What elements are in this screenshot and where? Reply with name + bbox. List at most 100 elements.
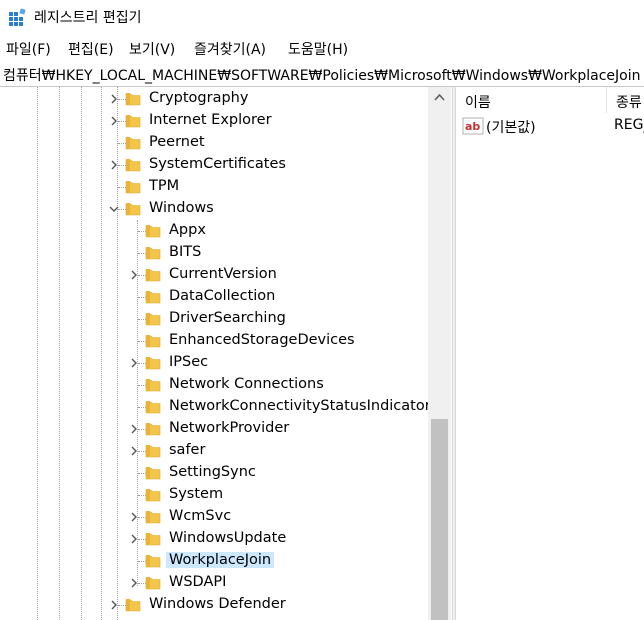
- tree-node-label[interactable]: DriverSearching: [166, 310, 289, 326]
- folder-icon: [145, 291, 161, 304]
- tree-node-cryptography[interactable]: Cryptography: [0, 88, 428, 110]
- folder-icon: [125, 203, 141, 216]
- tree-node-label[interactable]: WorkplaceJoin: [166, 552, 275, 568]
- folder-icon: [145, 445, 161, 458]
- tree-node-label[interactable]: Windows Defender: [146, 596, 289, 612]
- tree-node-peernet[interactable]: Peernet: [0, 132, 428, 154]
- folder-icon: [125, 159, 141, 172]
- tree-node-label[interactable]: Windows: [146, 200, 217, 216]
- scroll-up-arrow-icon[interactable]: [428, 87, 451, 109]
- menu-edit[interactable]: 편집(E): [68, 39, 114, 59]
- folder-icon: [145, 225, 161, 238]
- folder-icon: [145, 511, 161, 524]
- tree-node-windows-defender[interactable]: Windows Defender: [0, 594, 428, 616]
- folder-icon: [145, 577, 161, 590]
- folder-icon: [145, 269, 161, 282]
- scroll-thumb[interactable]: [431, 419, 448, 620]
- tree-node-datacollection[interactable]: DataCollection: [0, 286, 428, 308]
- chevron-right-icon[interactable]: [129, 424, 139, 434]
- folder-icon: [125, 115, 141, 128]
- column-header-name[interactable]: 이름: [456, 87, 606, 113]
- menu-favorites[interactable]: 즐겨찾기(A): [194, 39, 266, 59]
- tree-node-label[interactable]: SystemCertificates: [146, 156, 289, 172]
- folder-icon: [125, 93, 141, 106]
- tree-node-label[interactable]: System: [166, 486, 226, 502]
- tree-node-label[interactable]: WcmSvc: [166, 508, 234, 524]
- tree-node-wsdapi[interactable]: WSDAPI: [0, 572, 428, 594]
- column-header-type[interactable]: 종류: [606, 87, 644, 113]
- value-type: REG_SZ: [614, 117, 644, 133]
- folder-icon: [145, 489, 161, 502]
- tree-node-label[interactable]: EnhancedStorageDevices: [166, 332, 358, 348]
- tree-node-label[interactable]: CurrentVersion: [166, 266, 280, 282]
- tree-node-windowsupdate[interactable]: WindowsUpdate: [0, 528, 428, 550]
- tree-node-workplacejoin[interactable]: WorkplaceJoin: [0, 550, 428, 572]
- title-bar: 레지스트리 편집기: [0, 0, 644, 34]
- folder-icon: [145, 313, 161, 326]
- value-row[interactable]: ab (기본값) REG_SZ: [456, 115, 644, 137]
- tree-node-label[interactable]: NetworkProvider: [166, 420, 292, 436]
- tree-node-ipsec[interactable]: IPSec: [0, 352, 428, 374]
- tree-node-driversearching[interactable]: DriverSearching: [0, 308, 428, 330]
- chevron-right-icon[interactable]: [129, 270, 139, 280]
- folder-icon: [145, 555, 161, 568]
- tree-node-network-connections[interactable]: Network Connections: [0, 374, 428, 396]
- registry-editor-icon: [9, 8, 26, 26]
- address-bar[interactable]: 컴퓨터₩HKEY_LOCAL_MACHINE₩SOFTWARE₩Policies…: [0, 62, 644, 87]
- folder-icon: [145, 247, 161, 260]
- menu-view[interactable]: 보기(V): [129, 39, 175, 59]
- tree-node-label[interactable]: TPM: [146, 178, 182, 194]
- folder-icon: [145, 379, 161, 392]
- chevron-right-icon[interactable]: [129, 512, 139, 522]
- tree-node-networkprovider[interactable]: NetworkProvider: [0, 418, 428, 440]
- folder-icon: [145, 423, 161, 436]
- tree-node-settingsync[interactable]: SettingSync: [0, 462, 428, 484]
- tree-node-networkconnectivitystatusindicator[interactable]: NetworkConnectivityStatusIndicator: [0, 396, 431, 418]
- tree-node-enhancedstoragedevices[interactable]: EnhancedStorageDevices: [0, 330, 428, 352]
- tree-node-safer[interactable]: safer: [0, 440, 428, 462]
- tree-node-label[interactable]: BITS: [166, 244, 204, 260]
- tree-node-label[interactable]: Appx: [166, 222, 209, 238]
- chevron-right-icon[interactable]: [129, 446, 139, 456]
- values-list[interactable]: 이름 종류 ab (기본값) REG_SZ: [456, 87, 644, 620]
- tree-node-tpm[interactable]: TPM: [0, 176, 428, 198]
- chevron-down-icon[interactable]: [109, 204, 119, 214]
- chevron-right-icon[interactable]: [109, 116, 119, 126]
- tree-vertical-scrollbar[interactable]: [428, 87, 451, 620]
- tree-node-internet-explorer[interactable]: Internet Explorer: [0, 110, 428, 132]
- column-header-name-label: 이름: [465, 95, 491, 111]
- tree-node-systemcertificates[interactable]: SystemCertificates: [0, 154, 428, 176]
- folder-icon: [125, 599, 141, 612]
- tree-node-label[interactable]: WindowsUpdate: [166, 530, 289, 546]
- tree-node-label[interactable]: WSDAPI: [166, 574, 229, 590]
- tree-node-label[interactable]: NetworkConnectivityStatusIndicator: [166, 398, 434, 414]
- address-path[interactable]: 컴퓨터₩HKEY_LOCAL_MACHINE₩SOFTWARE₩Policies…: [3, 65, 641, 85]
- tree-node-system[interactable]: System: [0, 484, 428, 506]
- folder-icon: [145, 533, 161, 546]
- tree-node-bits[interactable]: BITS: [0, 242, 428, 264]
- chevron-right-icon[interactable]: [129, 578, 139, 588]
- chevron-right-icon[interactable]: [109, 600, 119, 610]
- folder-icon: [145, 467, 161, 480]
- menu-file[interactable]: 파일(F): [6, 39, 51, 59]
- chevron-right-icon[interactable]: [129, 358, 139, 368]
- tree-node-label[interactable]: DataCollection: [166, 288, 278, 304]
- tree-node-label[interactable]: Peernet: [146, 134, 208, 150]
- chevron-right-icon[interactable]: [129, 534, 139, 544]
- key-tree[interactable]: Cryptography Internet Explorer Peernet Syst…: [0, 87, 452, 620]
- tree-node-label[interactable]: Cryptography: [146, 90, 251, 106]
- menu-help[interactable]: 도움말(H): [288, 39, 348, 59]
- tree-node-currentversion[interactable]: CurrentVersion: [0, 264, 428, 286]
- tree-node-label[interactable]: Internet Explorer: [146, 112, 275, 128]
- tree-node-windows[interactable]: Windows: [0, 198, 428, 220]
- tree-node-wcmsvc[interactable]: WcmSvc: [0, 506, 428, 528]
- tree-node-label[interactable]: Network Connections: [166, 376, 327, 392]
- chevron-right-icon[interactable]: [109, 94, 119, 104]
- tree-node-label[interactable]: safer: [166, 442, 208, 458]
- string-value-icon: ab: [462, 117, 484, 135]
- folder-icon: [145, 401, 161, 414]
- tree-node-appx[interactable]: Appx: [0, 220, 428, 242]
- tree-node-label[interactable]: IPSec: [166, 354, 211, 370]
- chevron-right-icon[interactable]: [109, 160, 119, 170]
- tree-node-label[interactable]: SettingSync: [166, 464, 259, 480]
